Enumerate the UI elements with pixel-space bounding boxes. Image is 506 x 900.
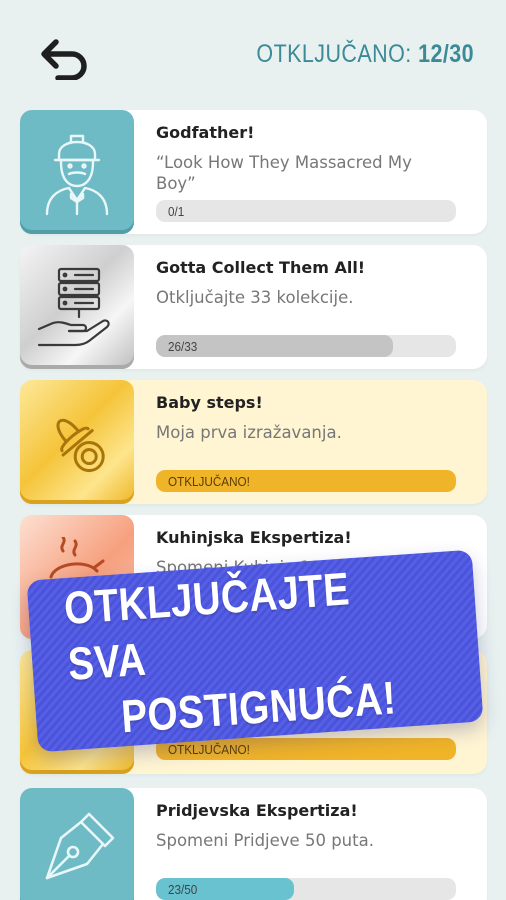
achievement-tile <box>20 245 134 369</box>
progress-text: 0/1 <box>168 204 185 219</box>
progress-bar: 0/1 <box>156 200 456 222</box>
achievement-card-baby-steps[interactable]: Baby steps! Moja prva izražavanja. OTKLJ… <box>20 380 487 504</box>
achievement-tile <box>20 380 134 504</box>
achievement-card-pridjevska[interactable]: Pridjevska Ekspertiza! Spomeni Pridjeve … <box>20 788 487 900</box>
header: OTKLJUČANO: 12/30 <box>0 0 506 110</box>
achievement-card-gotta-collect[interactable]: Gotta Collect Them All! Otključajte 33 k… <box>20 245 487 369</box>
achievement-title: Gotta Collect Them All! <box>156 258 366 277</box>
fountain-pen-icon <box>45 812 115 880</box>
progress-text: OTKLJUČANO! <box>168 474 250 489</box>
achievement-title: Godfather! <box>156 123 255 142</box>
unlocked-counter: OTKLJUČANO: 12/30 <box>256 40 474 69</box>
achievement-description: “Look How They Massacred My Boy” <box>156 153 412 193</box>
progress-text: 26/33 <box>168 339 198 354</box>
achievement-description: Moja prva izražavanja. <box>156 423 342 442</box>
pacifier-icon <box>56 418 105 473</box>
achievement-tile <box>20 110 134 234</box>
server-hand-icon <box>37 267 110 347</box>
back-button[interactable] <box>40 38 94 81</box>
achievement-title: Pridjevska Ekspertiza! <box>156 801 358 820</box>
promo-banner: OTKLJUČAJTE SVA POSTIGNUĆA! <box>26 549 484 753</box>
achievement-description: Spomeni Pridjeve 50 puta. <box>156 831 374 850</box>
progress-bar: OTKLJUČANO! <box>156 470 456 492</box>
progress-bar: 26/33 <box>156 335 456 357</box>
achievement-tile <box>20 788 134 900</box>
progress-text: 23/50 <box>168 882 198 897</box>
achievement-title: Kuhinjska Ekspertiza! <box>156 528 352 547</box>
counter-label: OTKLJUČANO: <box>256 40 412 68</box>
back-arrow-icon <box>41 39 87 81</box>
counter-value: 12/30 <box>418 40 474 68</box>
achievement-card-godfather[interactable]: Godfather! “Look How They Massacred My B… <box>20 110 487 234</box>
achievement-title: Baby steps! <box>156 393 263 412</box>
businessman-icon <box>45 134 109 216</box>
progress-bar: OTKLJUČANO! <box>156 738 456 760</box>
achievement-description: Otključajte 33 kolekcije. <box>156 288 354 307</box>
progress-bar: 23/50 <box>156 878 456 900</box>
progress-text: OTKLJUČANO! <box>168 742 250 757</box>
